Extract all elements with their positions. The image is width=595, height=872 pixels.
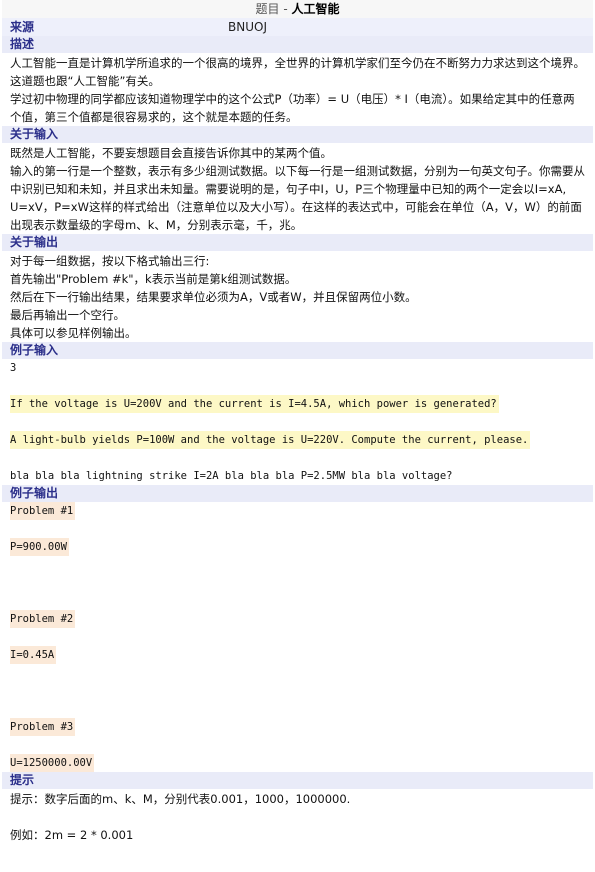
output-body: 对于每一组数据，按以下格式输出三行: 首先输出"Problem #k"，k表示当… — [2, 251, 593, 342]
sample-output-problem: Problem #3 — [10, 718, 76, 736]
sample-output-result: U=1250000.00V — [10, 754, 95, 772]
sample-output-problem: Problem #2 — [10, 610, 76, 628]
output-line: 然后在下一行输出结果，结果要求单位必须为A，V或者W，并且保留两位小数。 — [10, 290, 417, 304]
sample-input-line: A light-bulb yields P=100W and the volta… — [10, 431, 531, 449]
output-heading: 关于输出 — [2, 234, 593, 251]
input-line: 既然是人工智能，不要妄想题目会直接告诉你其中的某两个值。 — [10, 146, 332, 160]
source-label: 来源 — [10, 20, 35, 34]
input-body: 既然是人工智能，不要妄想题目会直接告诉你其中的某两个值。 输入的第一行是一个整数… — [2, 143, 593, 234]
input-line: 输入的第一行是一个整数，表示有多少组测试数据。以下每一行是一组测试数据，分别为一… — [10, 164, 585, 232]
description-body: 人工智能一直是计算机学所追求的一个很高的境界，全世界的计算机学家们至今仍在不断努… — [2, 53, 593, 126]
input-heading: 关于输入 — [2, 126, 593, 143]
sample-input-line: bla bla bla lightning strike I=2A bla bl… — [10, 470, 453, 482]
description-line: 学过初中物理的同学都应该知道物理学中的这个公式P（功率）= U（电压）* I（电… — [10, 92, 575, 124]
problem-title: 人工智能 — [291, 2, 340, 16]
sample-output-result: I=0.45A — [10, 646, 57, 664]
hint-body: 提示：数字后面的m、k、M，分别代表0.001，1000，1000000. 例如… — [2, 789, 593, 844]
hint-heading: 提示 — [2, 772, 593, 789]
output-line: 具体可以参见样例输出。 — [10, 326, 137, 340]
source-row: 来源 BNUOJ — [2, 18, 593, 36]
description-heading: 描述 — [2, 36, 593, 53]
sample-input-line: If the voltage is U=200V and the current… — [10, 395, 499, 413]
output-line: 首先输出"Problem #k"，k表示当前是第k组测试数据。 — [10, 272, 297, 286]
title-prefix: 题目 - — [255, 2, 292, 16]
hint-example: 例如：2m = 2 * 0.001 — [10, 828, 134, 842]
problem-page: 题目 - 人工智能 来源 BNUOJ 描述 人工智能一直是计算机学所追求的一个很… — [2, 0, 593, 844]
sample-input-count: 3 — [10, 362, 17, 374]
description-line: 这道题也跟“人工智能”有关。 — [10, 74, 160, 88]
description-line: 人工智能一直是计算机学所追求的一个很高的境界，全世界的计算机学家们至今仍在不断努… — [10, 56, 585, 70]
sample-input-heading: 例子输入 — [2, 342, 593, 359]
page-title: 题目 - 人工智能 — [2, 0, 593, 18]
sample-output-problem: Problem #1 — [10, 502, 76, 520]
sample-output-block: Problem #1 P=900.00W Problem #2 I=0.45A … — [2, 502, 593, 772]
hint-line: 提示：数字后面的m、k、M，分别代表0.001，1000，1000000. — [10, 792, 351, 806]
output-line: 最后再输出一个空行。 — [10, 308, 125, 322]
sample-output-result: P=900.00W — [10, 538, 69, 556]
output-line: 对于每一组数据，按以下格式输出三行: — [10, 254, 210, 268]
sample-input-block: 3 If the voltage is U=200V and the curre… — [2, 359, 593, 485]
sample-output-heading: 例子输出 — [2, 485, 593, 502]
source-value: BNUOJ — [228, 20, 267, 34]
